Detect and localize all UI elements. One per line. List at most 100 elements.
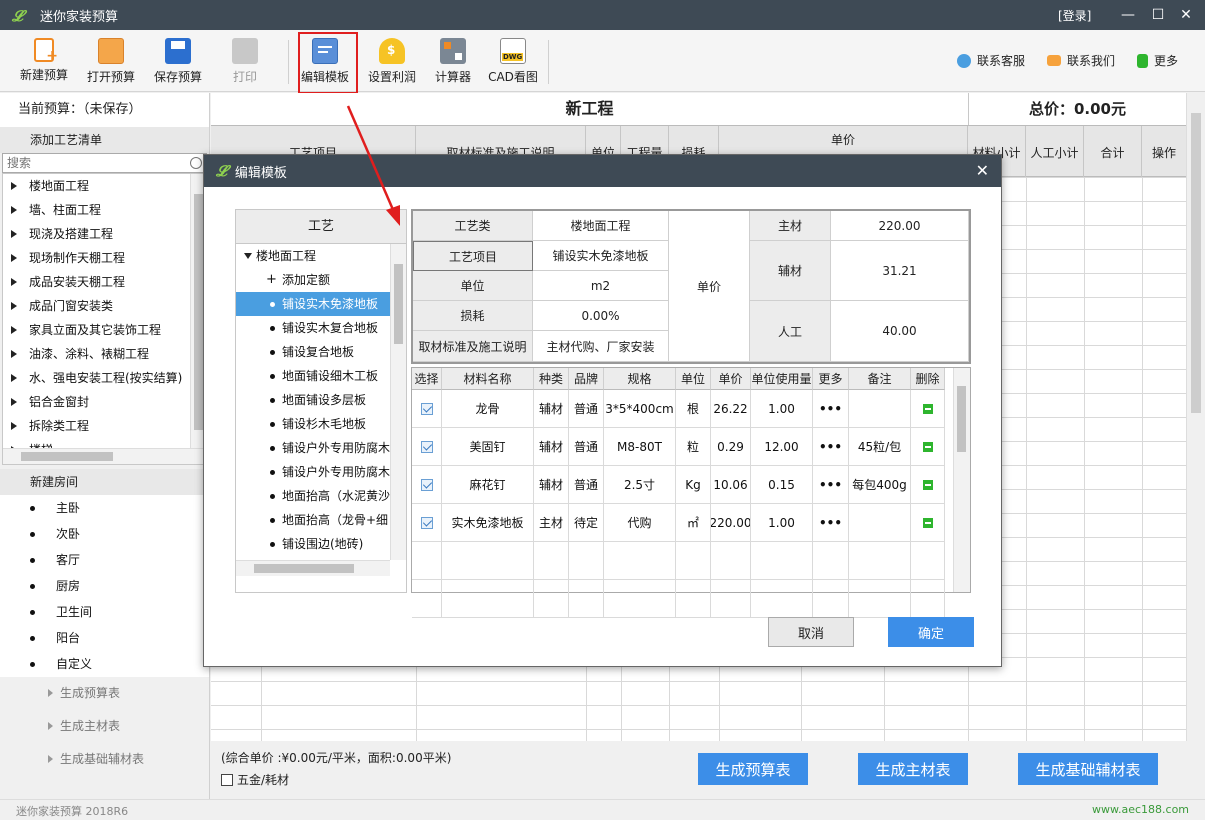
checkbox-checked-icon[interactable]	[420, 440, 433, 453]
expand-arrow-icon[interactable]	[11, 326, 17, 334]
craft-scrollbar[interactable]	[390, 244, 406, 560]
delete-row-icon[interactable]	[922, 479, 933, 490]
material-brand-cell[interactable]: 普通	[569, 428, 604, 466]
material-unit-cell[interactable]: Kg	[676, 466, 711, 504]
category-item[interactable]: 现浇及搭建工程	[3, 222, 206, 246]
material-usage-cell[interactable]: 0.15	[751, 466, 813, 504]
material-price-cell[interactable]: 0.29	[711, 428, 751, 466]
category-item[interactable]: 家具立面及其它装饰工程	[3, 318, 206, 342]
website-link[interactable]: www.aec188.com	[1092, 803, 1189, 816]
delete-row-icon[interactable]	[922, 517, 933, 528]
delete-cell[interactable]	[911, 428, 945, 466]
new-room-header[interactable]: 新建房间	[0, 469, 209, 495]
standard-value[interactable]: 主材代购、厂家安装	[533, 331, 669, 362]
set-profit-button[interactable]: $ 设置利润	[359, 36, 425, 88]
category-item[interactable]: 水、强电安装工程(按实结算)	[3, 366, 206, 390]
cad-view-button[interactable]: DWG CAD看图	[480, 36, 546, 88]
unit-value[interactable]: m2	[533, 271, 669, 301]
more-link[interactable]: 更多	[1137, 52, 1178, 69]
dialog-close-icon[interactable]: ✕	[976, 161, 989, 180]
expand-arrow-icon[interactable]	[11, 230, 17, 238]
material-more-cell[interactable]: •••	[813, 428, 849, 466]
tree-root[interactable]: 楼地面工程	[236, 244, 406, 268]
gen-budget-button[interactable]: 生成预算表	[698, 753, 808, 785]
minimize-icon[interactable]: —	[1116, 3, 1140, 27]
main-material-value[interactable]: 220.00	[831, 211, 969, 241]
craft-item[interactable]: 铺设围边(地砖)	[236, 532, 390, 556]
material-price-cell[interactable]: 10.06	[711, 466, 751, 504]
expand-arrow-icon[interactable]	[11, 254, 17, 262]
select-cell[interactable]	[412, 390, 442, 428]
craft-item[interactable]: 铺设户外专用防腐木	[236, 460, 390, 484]
expand-arrow-icon[interactable]	[11, 422, 17, 430]
craft-item[interactable]: 铺设杉木毛地板	[236, 412, 390, 436]
material-spec-cell[interactable]: 代购	[604, 504, 676, 542]
wujin-checkbox[interactable]: 五金/耗材	[221, 771, 289, 788]
material-kind-cell[interactable]: 辅材	[534, 428, 569, 466]
labor-value[interactable]: 40.00	[831, 301, 969, 362]
select-cell[interactable]	[412, 504, 442, 542]
material-note-cell[interactable]	[849, 390, 911, 428]
close-icon[interactable]: ✕	[1174, 3, 1198, 27]
expand-arrow-icon[interactable]	[11, 206, 17, 214]
material-price-cell[interactable]: 220.00	[711, 504, 751, 542]
craft-item[interactable]: 铺设实木复合地板	[236, 316, 390, 340]
delete-row-icon[interactable]	[922, 441, 933, 452]
expand-arrow-icon[interactable]	[11, 350, 17, 358]
category-hscrollbar[interactable]	[3, 448, 209, 464]
material-name-cell[interactable]: 实木免漆地板	[442, 504, 534, 542]
process-item-value[interactable]: 铺设实木免漆地板	[533, 241, 669, 271]
material-kind-cell[interactable]: 辅材	[534, 390, 569, 428]
material-note-cell[interactable]	[849, 504, 911, 542]
material-usage-cell[interactable]: 1.00	[751, 504, 813, 542]
room-item[interactable]: 厨房	[0, 573, 209, 599]
gen-main-button[interactable]: 生成主材表	[858, 753, 968, 785]
material-scrollbar[interactable]	[953, 368, 970, 592]
material-brand-cell[interactable]: 普通	[569, 390, 604, 428]
material-kind-cell[interactable]: 辅材	[534, 466, 569, 504]
search-input[interactable]	[3, 154, 183, 172]
category-item[interactable]: 现场制作天棚工程	[3, 246, 206, 270]
material-unit-cell[interactable]: 粒	[676, 428, 711, 466]
craft-item[interactable]: 地面铺设细木工板	[236, 364, 390, 388]
delete-cell[interactable]	[911, 390, 945, 428]
craft-hscrollbar[interactable]	[236, 560, 390, 576]
expand-arrow-icon[interactable]	[11, 182, 17, 190]
delete-cell[interactable]	[911, 504, 945, 542]
open-budget-button[interactable]: 打开预算	[78, 36, 144, 88]
tree-add-quota[interactable]: + 添加定额	[236, 268, 406, 292]
select-cell[interactable]	[412, 466, 442, 504]
gen-aux-button[interactable]: 生成基础辅材表	[1018, 753, 1158, 785]
material-more-cell[interactable]: •••	[813, 390, 849, 428]
material-name-cell[interactable]: 美固钉	[442, 428, 534, 466]
expand-arrow-icon[interactable]	[11, 398, 17, 406]
delete-row-icon[interactable]	[922, 403, 933, 414]
search-icon[interactable]	[190, 157, 202, 169]
material-unit-cell[interactable]: ㎡	[676, 504, 711, 542]
material-more-cell[interactable]: •••	[813, 466, 849, 504]
craft-item[interactable]: 地面抬高（水泥黄沙	[236, 484, 390, 508]
category-item[interactable]: 墙、柱面工程	[3, 198, 206, 222]
add-process-list-header[interactable]: 添加工艺清单	[0, 127, 209, 153]
craft-item[interactable]: 地面抬高（龙骨+细	[236, 508, 390, 532]
calculator-button[interactable]: 计算器	[420, 36, 486, 88]
process-class-value[interactable]: 楼地面工程	[533, 211, 669, 241]
room-item[interactable]: 自定义	[0, 651, 209, 677]
search-box[interactable]	[2, 153, 207, 173]
checkbox-checked-icon[interactable]	[420, 478, 433, 491]
expand-arrow-icon[interactable]	[11, 302, 17, 310]
login-link[interactable]: [登录]	[1058, 7, 1091, 24]
material-note-cell[interactable]: 45粒/包	[849, 428, 911, 466]
maximize-icon[interactable]: ☐	[1146, 3, 1170, 27]
expand-arrow-icon[interactable]	[11, 278, 17, 286]
craft-item[interactable]: 铺设复合地板	[236, 340, 390, 364]
select-cell[interactable]	[412, 428, 442, 466]
material-brand-cell[interactable]: 普通	[569, 466, 604, 504]
room-item[interactable]: 卫生间	[0, 599, 209, 625]
collapse-icon[interactable]	[244, 253, 252, 259]
category-item[interactable]: 成品安装天棚工程	[3, 270, 206, 294]
material-name-cell[interactable]: 龙骨	[442, 390, 534, 428]
print-button[interactable]: 打印	[212, 36, 278, 88]
material-usage-cell[interactable]: 1.00	[751, 390, 813, 428]
checkbox-icon[interactable]	[221, 773, 233, 786]
